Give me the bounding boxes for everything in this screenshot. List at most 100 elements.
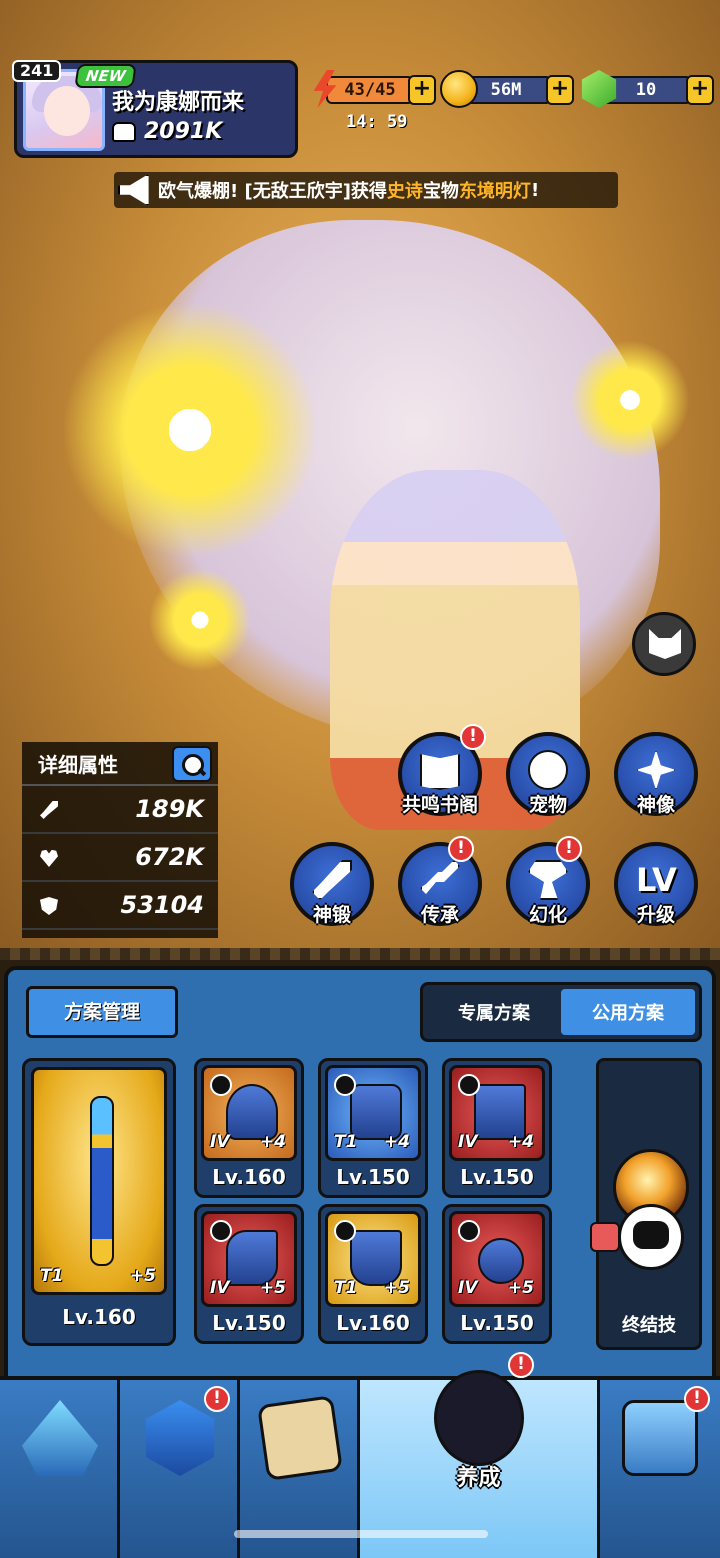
megaphone-icon (118, 174, 149, 206)
enhance-label: +5 (507, 1278, 534, 1298)
item-level: Lv.150 (460, 1165, 534, 1189)
equipment-panel: 方案管理 专属方案 公用方案 T1 +5 Lv.160 IV +4 Lv.160… (4, 966, 716, 1380)
alert-badge: ! (508, 1352, 534, 1378)
equip-slot-pants[interactable]: IV +4 Lv.150 (442, 1058, 552, 1198)
tab-public-plan[interactable]: 公用方案 (561, 989, 695, 1035)
finisher-label: 终结技 (622, 1315, 676, 1336)
forge-button[interactable]: 神锻 (290, 842, 374, 938)
rank-icon (210, 1074, 232, 1096)
tier-label: IV (210, 1278, 230, 1298)
fist-icon (112, 121, 136, 142)
rank-icon (458, 1220, 480, 1242)
inherit-label: 传承 (420, 904, 459, 926)
main-weapon-slot[interactable]: T1 +5 Lv.160 (22, 1058, 176, 1346)
coin-icon (440, 70, 478, 108)
item-level: Lv.150 (212, 1311, 286, 1335)
enhance-label: +5 (259, 1278, 286, 1298)
alert-badge: ! (448, 836, 474, 862)
item-level: Lv.160 (336, 1311, 410, 1335)
add-gems-button[interactable]: + (686, 75, 714, 105)
nav-tab-shop[interactable]: ! (600, 1380, 720, 1558)
rank-icon (334, 1074, 356, 1096)
equip-slot-amulet[interactable]: IV +5 Lv.150 (442, 1204, 552, 1344)
stats-panel: 详细属性 189K 672K 53104 (22, 742, 218, 938)
alert-badge: ! (684, 1386, 710, 1412)
equip-slot-armor[interactable]: T1 +4 Lv.150 (318, 1058, 428, 1198)
equip-slot-gloves[interactable]: IV +5 Lv.150 (194, 1204, 304, 1344)
statue-label: 神像 (636, 794, 675, 816)
rank-icon (458, 1074, 480, 1096)
enhance-label: +5 (383, 1278, 410, 1298)
chat-button[interactable] (618, 1204, 684, 1270)
firework-burst (560, 330, 700, 470)
character-icon (434, 1370, 524, 1466)
item-card: IV +4 (201, 1065, 297, 1161)
resonance-library-button[interactable]: 共鸣书阁 ! (398, 724, 486, 828)
item-card: IV +4 (449, 1065, 545, 1161)
tier-label: T1 (334, 1278, 358, 1298)
home-indicator[interactable] (234, 1530, 488, 1538)
tier-label: IV (458, 1278, 478, 1298)
item-level: Lv.150 (460, 1311, 534, 1335)
broadcast-rarity: 史诗 (386, 181, 423, 202)
hp-stat: 672K (22, 834, 218, 882)
firework-burst (140, 560, 260, 680)
attack-stat: 189K (22, 786, 218, 834)
gem-counter: 10 + (580, 70, 714, 108)
alert-badge: ! (460, 724, 486, 750)
equip-slot-helmet[interactable]: IV +4 Lv.160 (194, 1058, 304, 1198)
inherit-button[interactable]: 传承 ! (398, 836, 482, 938)
statue-button[interactable]: 神像 (614, 732, 698, 828)
pet-label: 宠物 (528, 794, 567, 816)
crystal-icon (22, 1400, 98, 1476)
item-level: Lv.150 (336, 1165, 410, 1189)
enhance-label: +4 (259, 1132, 286, 1152)
shield-icon (40, 897, 58, 915)
sword-icon (40, 801, 58, 819)
defense-value: 53104 (120, 891, 205, 919)
add-energy-button[interactable]: + (408, 75, 436, 105)
weapon-level: Lv.160 (62, 1305, 136, 1329)
pet-skill-button[interactable] (632, 612, 696, 676)
pet-button[interactable]: 宠物 (506, 732, 590, 828)
rank-icon (210, 1220, 232, 1242)
tab-exclusive-plan[interactable]: 专属方案 (427, 989, 561, 1035)
weapon-card: T1 +5 (31, 1067, 167, 1295)
illusion-button[interactable]: 幻化 ! (506, 836, 590, 938)
nav-tab-upgrade[interactable]: ! (120, 1380, 240, 1558)
illusion-label: 幻化 (528, 904, 567, 926)
combat-power-value: 2091K (144, 119, 223, 144)
add-coins-button[interactable]: + (546, 75, 574, 105)
nav-tab-battle[interactable] (0, 1380, 120, 1558)
plan-manage-button[interactable]: 方案管理 (26, 986, 178, 1038)
hp-value: 672K (135, 843, 204, 871)
tier-label: IV (210, 1132, 230, 1152)
resonance-library-label: 共鸣书阁 (401, 794, 478, 816)
forge-label: 神锻 (312, 904, 351, 926)
energy-counter: 43/45 + (306, 70, 436, 108)
broadcast-mid: 宝物 (422, 181, 459, 202)
scene-border (0, 948, 720, 960)
tier-label: T1 (334, 1132, 358, 1152)
combat-power: 2091K (112, 119, 222, 144)
broadcast-item: 东境明灯 (458, 181, 531, 202)
equip-slot-boots[interactable]: T1 +5 Lv.160 (318, 1204, 428, 1344)
broadcast-suffix: ! (530, 179, 540, 201)
avatar-face (44, 86, 90, 136)
attack-value: 189K (135, 795, 204, 823)
enhance-label: +4 (383, 1132, 410, 1152)
item-card: IV +5 (201, 1211, 297, 1307)
item-card: T1 +5 (325, 1211, 421, 1307)
search-icon[interactable] (172, 746, 212, 782)
broadcast-banner: 欧气爆棚! [无敌王欣宇]获得 史诗 宝物 东境明灯! (114, 172, 618, 208)
enhance-label: +5 (129, 1266, 156, 1286)
item-level: Lv.160 (212, 1165, 286, 1189)
shop-icon (622, 1400, 698, 1476)
cat-icon (649, 629, 681, 659)
level-up-icon: LV (636, 861, 677, 899)
tier-label: T1 (40, 1266, 64, 1286)
levelup-button[interactable]: LV 升级 (614, 842, 698, 938)
chat-notify-icon (590, 1222, 620, 1252)
firework-burst (40, 280, 340, 580)
plan-tabs: 专属方案 公用方案 (420, 982, 702, 1042)
